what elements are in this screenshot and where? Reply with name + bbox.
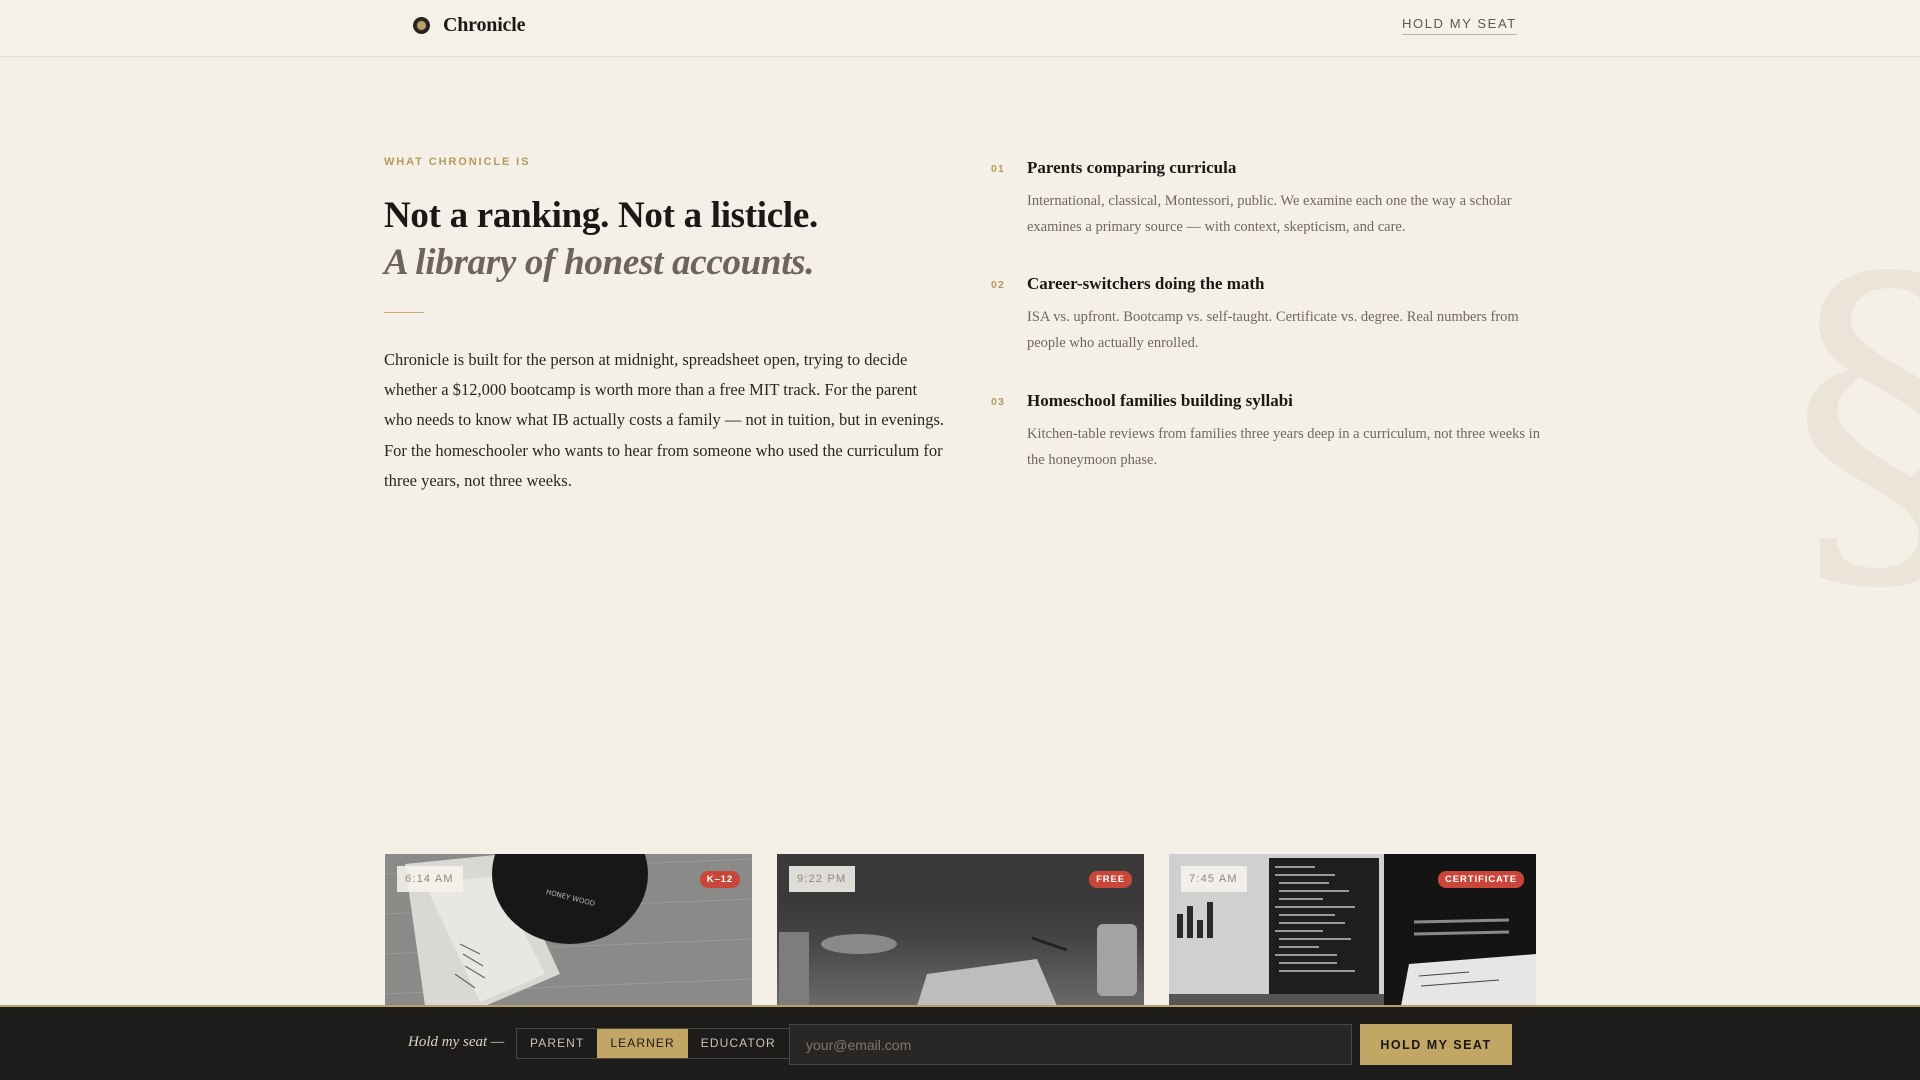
- audience-description: International, classical, Montessori, pu…: [1027, 193, 1512, 235]
- audience-title: Parents comparing curricula: [1027, 158, 1237, 177]
- page-title: Not a ranking. Not a listicle.: [384, 195, 818, 236]
- role-option-learner[interactable]: LEARNER: [597, 1029, 688, 1058]
- story-card[interactable]: 9:22 PM FREE: [777, 854, 1144, 1006]
- story-card[interactable]: HONEY WOOD 6:14 AM K–12: [385, 854, 752, 1006]
- brand-name: Chronicle: [443, 14, 526, 36]
- hold-my-seat-link[interactable]: HOLD MY SEAT: [1402, 16, 1517, 35]
- signup-bar: Hold my seat — PARENT LEARNER EDUCATOR H…: [0, 1005, 1920, 1080]
- hold-my-seat-button[interactable]: HOLD MY SEAT: [1360, 1024, 1512, 1065]
- card-tag: K–12: [699, 871, 740, 888]
- card-tag: FREE: [1089, 871, 1132, 888]
- card-time: 7:45 AM: [1181, 866, 1247, 892]
- audience-number: 01: [991, 163, 1006, 175]
- page-subtitle: A library of honest accounts.: [384, 242, 815, 283]
- role-option-parent[interactable]: PARENT: [517, 1029, 597, 1058]
- role-selector: PARENT LEARNER EDUCATOR: [516, 1028, 790, 1059]
- audience-description: ISA vs. upfront. Bootcamp vs. self-taugh…: [1027, 309, 1519, 351]
- brand-logo[interactable]: Chronicle: [413, 14, 525, 37]
- audience-number: 02: [991, 279, 1006, 291]
- intro-paragraph: Chronicle is built for the person at mid…: [384, 350, 945, 490]
- audience-number: 03: [991, 396, 1006, 408]
- title-divider: [384, 312, 424, 313]
- brand-mark-icon: [413, 17, 430, 34]
- role-option-educator[interactable]: EDUCATOR: [688, 1029, 789, 1058]
- site-header: Chronicle HOLD MY SEAT: [0, 0, 1920, 57]
- email-field[interactable]: [789, 1024, 1352, 1065]
- signup-label: Hold my seat —: [408, 1034, 505, 1050]
- section-eyebrow: WHAT CHRONICLE IS: [384, 156, 531, 168]
- section-sign-decoration: §: [1790, 230, 1920, 610]
- audience-title: Career-switchers doing the math: [1027, 274, 1265, 293]
- card-time: 9:22 PM: [789, 866, 856, 892]
- audience-title: Homeschool families building syllabi: [1027, 391, 1293, 410]
- card-time: 6:14 AM: [397, 866, 463, 892]
- card-tag: CERTIFICATE: [1438, 871, 1524, 888]
- story-card[interactable]: 7:45 AM CERTIFICATE: [1169, 854, 1536, 1006]
- audience-description: Kitchen-table reviews from families thre…: [1027, 426, 1540, 468]
